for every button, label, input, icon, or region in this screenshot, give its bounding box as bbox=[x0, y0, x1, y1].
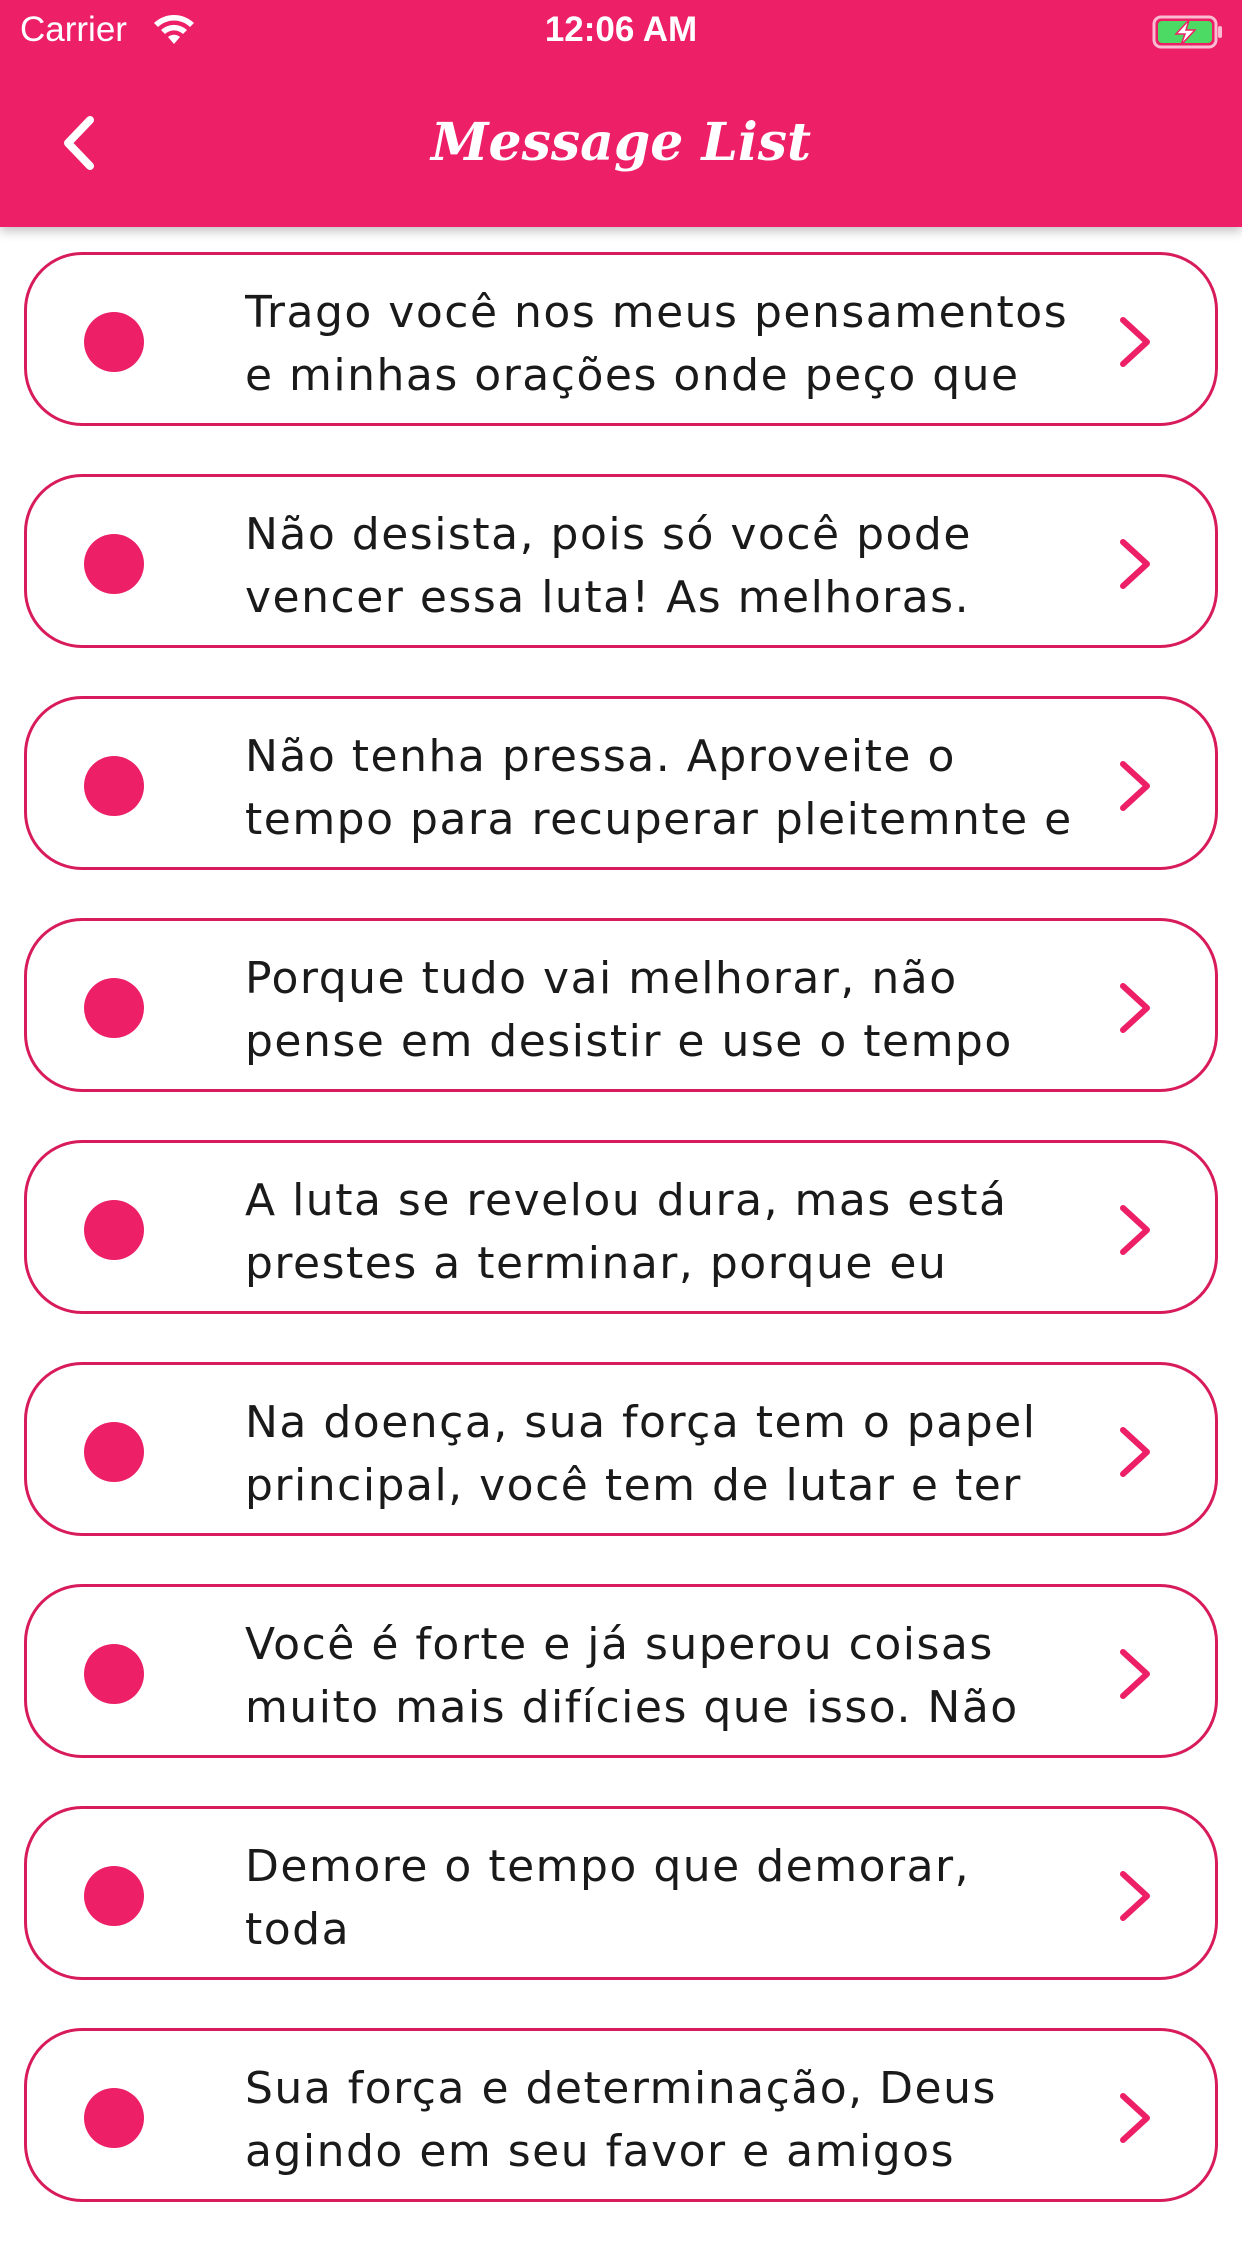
message-preview: Na doença, sua força tem o papel princip… bbox=[245, 1391, 1075, 1517]
message-card[interactable]: Não tenha pressa. Aproveite o tempo para… bbox=[24, 696, 1218, 870]
message-card[interactable]: Sua força e determinação, Deus agindo em… bbox=[24, 2028, 1218, 2202]
bullet-dot-icon bbox=[84, 1866, 144, 1926]
message-line-1: A luta se revelou dura, mas está bbox=[245, 1175, 1008, 1226]
message-line-2: e minhas orações onde peço que bbox=[245, 350, 1020, 401]
message-preview: Sua força e determinação, Deus agindo em… bbox=[245, 2057, 1075, 2183]
message-line-1: Porque tudo vai melhorar, não bbox=[245, 953, 958, 1004]
bullet-dot-icon bbox=[84, 756, 144, 816]
bullet-dot-icon bbox=[84, 1644, 144, 1704]
chevron-right-icon bbox=[1120, 761, 1150, 811]
message-line-2: principal, você tem de lutar e ter fé bbox=[245, 1460, 1022, 1511]
message-preview: Demore o tempo que demorar, toda ferida … bbox=[245, 1835, 1075, 1961]
bullet-dot-icon bbox=[84, 1200, 144, 1260]
message-preview: A luta se revelou dura, mas está prestes… bbox=[245, 1169, 1075, 1295]
message-preview: Porque tudo vai melhorar, não pense em d… bbox=[245, 947, 1075, 1073]
page-title: Message List bbox=[430, 112, 812, 173]
chevron-right-icon bbox=[1120, 1649, 1150, 1699]
bullet-dot-icon bbox=[84, 2088, 144, 2148]
chevron-left-icon bbox=[64, 116, 94, 170]
message-list: Trago você nos meus pensamentos e minhas… bbox=[24, 252, 1218, 2250]
bullet-dot-icon bbox=[84, 978, 144, 1038]
message-line-2: vencer essa luta! As melhoras. bbox=[245, 572, 971, 623]
message-line-2: muito mais difícies que isso. Não bbox=[245, 1682, 1019, 1733]
message-line-2: agindo em seu favor e amigos leais bbox=[245, 2126, 955, 2177]
message-line-1: Demore o tempo que demorar, toda bbox=[245, 1841, 971, 1955]
chevron-right-icon bbox=[1120, 1427, 1150, 1477]
chevron-right-icon bbox=[1120, 983, 1150, 1033]
wifi-icon bbox=[154, 15, 194, 44]
nav-header: Carrier 12:06 AM Message List bbox=[0, 0, 1242, 227]
message-line-1: Não desista, pois só você pode bbox=[245, 509, 972, 560]
message-line-1: Não tenha pressa. Aproveite o bbox=[245, 731, 956, 782]
back-button[interactable] bbox=[50, 108, 120, 178]
message-line-1: Na doença, sua força tem o papel bbox=[245, 1397, 1037, 1448]
message-preview: Não desista, pois só você pode vencer es… bbox=[245, 503, 1075, 629]
message-card[interactable]: Não desista, pois só você pode vencer es… bbox=[24, 474, 1218, 648]
carrier-label: Carrier bbox=[20, 10, 127, 49]
message-line-2: tempo para recuperar pleitemnte e bbox=[245, 794, 1073, 845]
chevron-right-icon bbox=[1120, 1871, 1150, 1921]
message-preview: Você é forte e já superou coisas muito m… bbox=[245, 1613, 1075, 1739]
message-line-2: pense em desistir e use o tempo bbox=[245, 1016, 1013, 1067]
status-bar: Carrier 12:06 AM bbox=[0, 0, 1242, 62]
message-card[interactable]: Demore o tempo que demorar, toda ferida … bbox=[24, 1806, 1218, 1980]
message-line-1: Sua força e determinação, Deus bbox=[245, 2063, 997, 2114]
battery-charging-icon bbox=[1152, 15, 1222, 49]
message-card[interactable]: Porque tudo vai melhorar, não pense em d… bbox=[24, 918, 1218, 1092]
message-line-1: Trago você nos meus pensamentos bbox=[245, 287, 1069, 338]
message-card[interactable]: Você é forte e já superou coisas muito m… bbox=[24, 1584, 1218, 1758]
bullet-dot-icon bbox=[84, 312, 144, 372]
message-line-1: Você é forte e já superou coisas bbox=[245, 1619, 994, 1670]
chevron-right-icon bbox=[1120, 317, 1150, 367]
message-card[interactable]: Na doença, sua força tem o papel princip… bbox=[24, 1362, 1218, 1536]
chevron-right-icon bbox=[1120, 2093, 1150, 2143]
bullet-dot-icon bbox=[84, 534, 144, 594]
message-card[interactable]: A luta se revelou dura, mas está prestes… bbox=[24, 1140, 1218, 1314]
chevron-right-icon bbox=[1120, 539, 1150, 589]
chevron-right-icon bbox=[1120, 1205, 1150, 1255]
message-preview: Não tenha pressa. Aproveite o tempo para… bbox=[245, 725, 1075, 851]
bullet-dot-icon bbox=[84, 1422, 144, 1482]
message-line-2: prestes a terminar, porque eu estou bbox=[245, 1238, 948, 1289]
message-preview: Trago você nos meus pensamentos e minhas… bbox=[245, 281, 1075, 407]
message-card[interactable]: Trago você nos meus pensamentos e minhas… bbox=[24, 252, 1218, 426]
